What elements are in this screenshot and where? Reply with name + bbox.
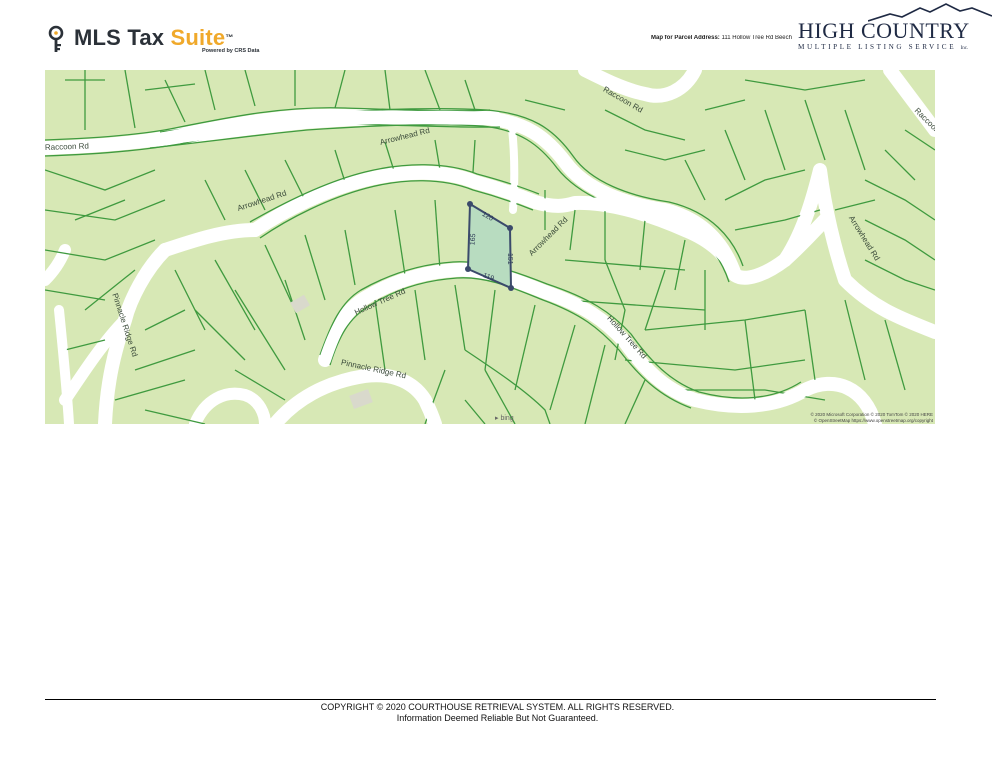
parcel-vertex [508,285,514,291]
footer-disclaimer: Information Deemed Reliable But Not Guar… [396,713,599,723]
logo-trademark: ™ [225,33,234,42]
footer-divider [45,699,936,700]
parcel-vertex [507,225,513,231]
partner-suffix: Inc. [960,46,969,51]
mls-tax-suite-logo: MLS Tax Suite™ Powered by CRS Data [48,24,259,56]
parcel-address-line: Map for Parcel Address: 111 Hollow Tree … [651,35,799,41]
bing-logo: ▸ bing [495,414,514,422]
bing-icon: ▸ [495,415,499,422]
parcel-vertex [465,266,471,272]
footer: COPYRIGHT © 2020 COURTHOUSE RETRIEVAL SY… [0,702,995,724]
parcel-dim-right: 151 [506,253,513,265]
logo-brand: MLS Tax [74,25,171,50]
attribution-line-2[interactable]: © OpenStreetMap https://www.openstreetma… [811,418,933,424]
map-attribution[interactable]: © 2020 Microsoft Corporation © 2020 TomT… [811,412,933,424]
logo-brand-accent: Suite [170,25,226,50]
high-country-mls-logo: HIGH COUNTRY MULTIPLE LISTING SERVICE In… [798,2,992,54]
logo-wordmark: MLS Tax Suite™ [74,26,259,50]
logo-tagline: Powered by CRS Data [202,48,260,54]
road-label-raccoon-left: Raccoon Rd [45,141,89,152]
partner-title: HIGH COUNTRY [798,18,970,43]
partner-subtitle: MULTIPLE LISTING SERVICE Inc. [798,43,968,51]
key-pin-icon [48,25,64,52]
map-canvas[interactable]: 120 165 151 119 Raccoon Rd Arrowhead Rd … [45,70,935,424]
parcel-vertex [467,201,473,207]
parcel-map[interactable]: 120 165 151 119 Raccoon Rd Arrowhead Rd … [45,70,935,424]
parcel-address-label: Map for Parcel Address: [651,35,720,41]
footer-copyright: COPYRIGHT © 2020 COURTHOUSE RETRIEVAL SY… [320,702,675,712]
bing-text: bing [500,415,514,422]
partner-subtitle-text: MULTIPLE LISTING SERVICE [798,43,957,51]
parcel-address-value: 111 Hollow Tree Rd Beech [721,35,792,41]
parcel-dim-left: 165 [469,233,477,245]
